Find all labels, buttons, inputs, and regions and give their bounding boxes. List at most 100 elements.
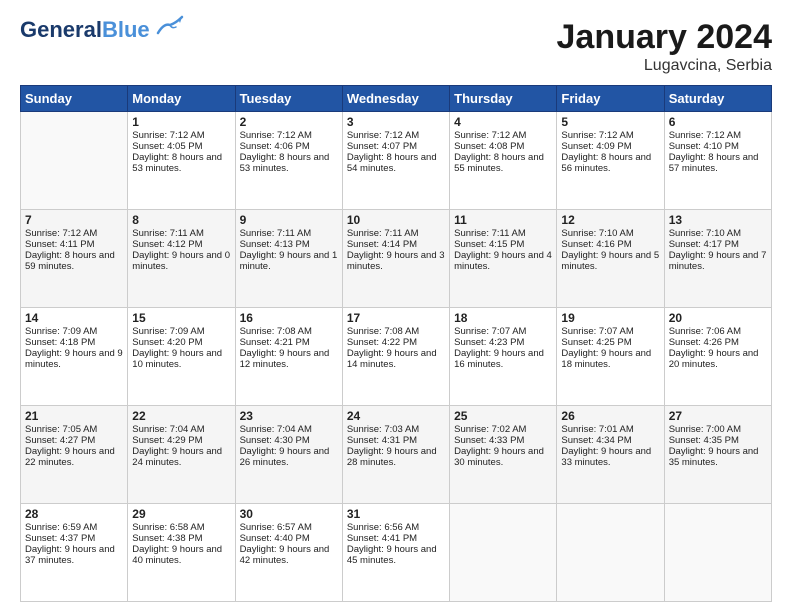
daylight-text: Daylight: 8 hours and 55 minutes. bbox=[454, 152, 552, 174]
table-row: 21Sunrise: 7:05 AMSunset: 4:27 PMDayligh… bbox=[21, 406, 128, 504]
header-monday: Monday bbox=[128, 86, 235, 112]
day-number: 28 bbox=[25, 507, 123, 521]
header-tuesday: Tuesday bbox=[235, 86, 342, 112]
daylight-text: Daylight: 9 hours and 0 minutes. bbox=[132, 250, 230, 272]
sunrise-text: Sunrise: 7:10 AM bbox=[669, 228, 767, 239]
day-number: 25 bbox=[454, 409, 552, 423]
daylight-text: Daylight: 9 hours and 5 minutes. bbox=[561, 250, 659, 272]
day-number: 2 bbox=[240, 115, 338, 129]
table-row: 12Sunrise: 7:10 AMSunset: 4:16 PMDayligh… bbox=[557, 210, 664, 308]
sunset-text: Sunset: 4:11 PM bbox=[25, 239, 123, 250]
sunset-text: Sunset: 4:23 PM bbox=[454, 337, 552, 348]
daylight-text: Daylight: 9 hours and 22 minutes. bbox=[25, 446, 123, 468]
sunset-text: Sunset: 4:37 PM bbox=[25, 533, 123, 544]
daylight-text: Daylight: 9 hours and 40 minutes. bbox=[132, 544, 230, 566]
sunset-text: Sunset: 4:25 PM bbox=[561, 337, 659, 348]
day-number: 7 bbox=[25, 213, 123, 227]
sunrise-text: Sunrise: 7:07 AM bbox=[454, 326, 552, 337]
table-row: 29Sunrise: 6:58 AMSunset: 4:38 PMDayligh… bbox=[128, 504, 235, 602]
table-row: 20Sunrise: 7:06 AMSunset: 4:26 PMDayligh… bbox=[664, 308, 771, 406]
sunset-text: Sunset: 4:07 PM bbox=[347, 141, 445, 152]
daylight-text: Daylight: 9 hours and 42 minutes. bbox=[240, 544, 338, 566]
sunrise-text: Sunrise: 6:56 AM bbox=[347, 522, 445, 533]
sunrise-text: Sunrise: 7:05 AM bbox=[25, 424, 123, 435]
calendar-subtitle: Lugavcina, Serbia bbox=[557, 57, 773, 75]
sunrise-text: Sunrise: 7:11 AM bbox=[240, 228, 338, 239]
sunrise-text: Sunrise: 7:09 AM bbox=[25, 326, 123, 337]
sunset-text: Sunset: 4:16 PM bbox=[561, 239, 659, 250]
sunrise-text: Sunrise: 7:08 AM bbox=[240, 326, 338, 337]
sunset-text: Sunset: 4:26 PM bbox=[669, 337, 767, 348]
day-number: 31 bbox=[347, 507, 445, 521]
day-number: 1 bbox=[132, 115, 230, 129]
daylight-text: Daylight: 8 hours and 57 minutes. bbox=[669, 152, 767, 174]
sunset-text: Sunset: 4:29 PM bbox=[132, 435, 230, 446]
header-saturday: Saturday bbox=[664, 86, 771, 112]
sunset-text: Sunset: 4:08 PM bbox=[454, 141, 552, 152]
sunrise-text: Sunrise: 7:04 AM bbox=[132, 424, 230, 435]
daylight-text: Daylight: 9 hours and 3 minutes. bbox=[347, 250, 445, 272]
table-row: 31Sunrise: 6:56 AMSunset: 4:41 PMDayligh… bbox=[342, 504, 449, 602]
sunset-text: Sunset: 4:35 PM bbox=[669, 435, 767, 446]
table-row bbox=[664, 504, 771, 602]
table-row: 6Sunrise: 7:12 AMSunset: 4:10 PMDaylight… bbox=[664, 112, 771, 210]
sunrise-text: Sunrise: 7:10 AM bbox=[561, 228, 659, 239]
header-wednesday: Wednesday bbox=[342, 86, 449, 112]
sunrise-text: Sunrise: 7:06 AM bbox=[669, 326, 767, 337]
sunset-text: Sunset: 4:14 PM bbox=[347, 239, 445, 250]
daylight-text: Daylight: 8 hours and 59 minutes. bbox=[25, 250, 123, 272]
table-row: 8Sunrise: 7:11 AMSunset: 4:12 PMDaylight… bbox=[128, 210, 235, 308]
sunrise-text: Sunrise: 6:57 AM bbox=[240, 522, 338, 533]
sunset-text: Sunset: 4:38 PM bbox=[132, 533, 230, 544]
daylight-text: Daylight: 9 hours and 16 minutes. bbox=[454, 348, 552, 370]
table-row: 3Sunrise: 7:12 AMSunset: 4:07 PMDaylight… bbox=[342, 112, 449, 210]
daylight-text: Daylight: 9 hours and 7 minutes. bbox=[669, 250, 767, 272]
sunset-text: Sunset: 4:33 PM bbox=[454, 435, 552, 446]
sunset-text: Sunset: 4:06 PM bbox=[240, 141, 338, 152]
calendar-week-row: 28Sunrise: 6:59 AMSunset: 4:37 PM Dayligh… bbox=[21, 504, 772, 602]
table-row: 10Sunrise: 7:11 AMSunset: 4:14 PMDayligh… bbox=[342, 210, 449, 308]
calendar-header-row: Sunday Monday Tuesday Wednesday Thursday… bbox=[21, 86, 772, 112]
table-row: 22Sunrise: 7:04 AMSunset: 4:29 PMDayligh… bbox=[128, 406, 235, 504]
calendar-week-row: 21Sunrise: 7:05 AMSunset: 4:27 PMDayligh… bbox=[21, 406, 772, 504]
logo: GeneralBlue bbox=[20, 18, 186, 42]
sunset-text: Sunset: 4:40 PM bbox=[240, 533, 338, 544]
day-number: 13 bbox=[669, 213, 767, 227]
day-number: 29 bbox=[132, 507, 230, 521]
table-row: 15Sunrise: 7:09 AMSunset: 4:20 PMDayligh… bbox=[128, 308, 235, 406]
day-number: 27 bbox=[669, 409, 767, 423]
sunrise-text: Sunrise: 7:02 AM bbox=[454, 424, 552, 435]
day-number: 22 bbox=[132, 409, 230, 423]
daylight-text: Daylight: 9 hours and 26 minutes. bbox=[240, 446, 338, 468]
sunset-text: Sunset: 4:05 PM bbox=[132, 141, 230, 152]
table-row: 4Sunrise: 7:12 AMSunset: 4:08 PMDaylight… bbox=[450, 112, 557, 210]
daylight-text: Daylight: 9 hours and 10 minutes. bbox=[132, 348, 230, 370]
sunrise-text: Sunrise: 7:11 AM bbox=[132, 228, 230, 239]
day-number: 26 bbox=[561, 409, 659, 423]
daylight-text: Daylight: 9 hours and 24 minutes. bbox=[132, 446, 230, 468]
daylight-text: Daylight: 8 hours and 53 minutes. bbox=[132, 152, 230, 174]
daylight-text: Daylight: 8 hours and 54 minutes. bbox=[347, 152, 445, 174]
table-row: 18Sunrise: 7:07 AMSunset: 4:23 PMDayligh… bbox=[450, 308, 557, 406]
table-row: 24Sunrise: 7:03 AMSunset: 4:31 PMDayligh… bbox=[342, 406, 449, 504]
logo-bird-icon bbox=[154, 15, 186, 39]
sunset-text: Sunset: 4:09 PM bbox=[561, 141, 659, 152]
sunset-text: Sunset: 4:27 PM bbox=[25, 435, 123, 446]
sunrise-text: Sunrise: 7:12 AM bbox=[132, 130, 230, 141]
day-number: 19 bbox=[561, 311, 659, 325]
table-row: 11Sunrise: 7:11 AMSunset: 4:15 PMDayligh… bbox=[450, 210, 557, 308]
sunset-text: Sunset: 4:30 PM bbox=[240, 435, 338, 446]
sunrise-text: Sunrise: 6:59 AM bbox=[25, 522, 123, 533]
day-number: 18 bbox=[454, 311, 552, 325]
sunrise-text: Sunrise: 7:12 AM bbox=[25, 228, 123, 239]
day-number: 10 bbox=[347, 213, 445, 227]
daylight-text: Daylight: 9 hours and 12 minutes. bbox=[240, 348, 338, 370]
sunset-text: Sunset: 4:20 PM bbox=[132, 337, 230, 348]
table-row: 19Sunrise: 7:07 AMSunset: 4:25 PMDayligh… bbox=[557, 308, 664, 406]
sunset-text: Sunset: 4:10 PM bbox=[669, 141, 767, 152]
sunrise-text: Sunrise: 7:12 AM bbox=[669, 130, 767, 141]
table-row: 13Sunrise: 7:10 AMSunset: 4:17 PMDayligh… bbox=[664, 210, 771, 308]
day-number: 30 bbox=[240, 507, 338, 521]
daylight-text: Daylight: 9 hours and 18 minutes. bbox=[561, 348, 659, 370]
sunrise-text: Sunrise: 7:11 AM bbox=[454, 228, 552, 239]
